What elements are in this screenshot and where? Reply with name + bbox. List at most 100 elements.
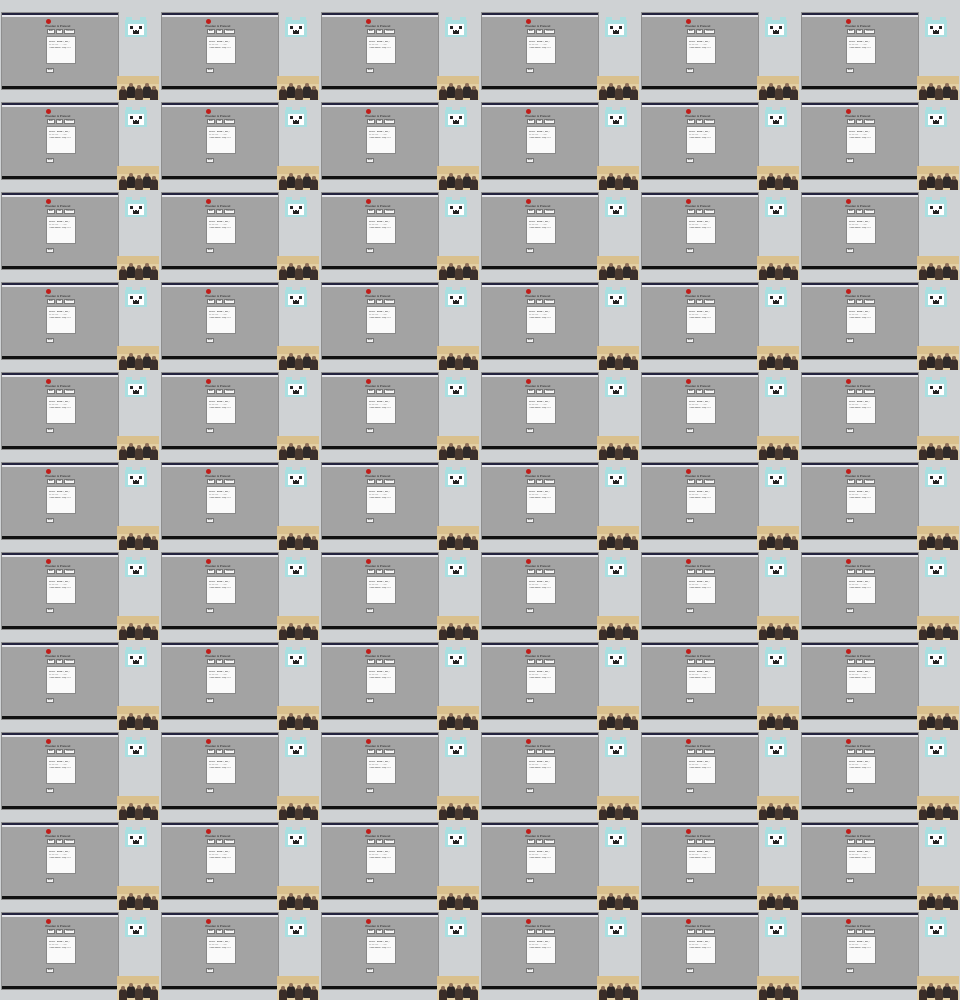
remove-button[interactable]: Remove [64, 299, 76, 304]
back-button[interactable]: Back [46, 428, 54, 433]
window-thumbnail[interactable]: Wooden & Pretend Add Edit Remove Item A · … [641, 102, 759, 180]
add-button[interactable]: Add [527, 389, 535, 394]
window-thumbnail[interactable]: Wooden & Pretend Add Edit Remove Item A · … [481, 642, 599, 720]
window-thumbnail[interactable]: Wooden & Pretend Add Edit Remove Item A · … [321, 12, 439, 90]
remove-button[interactable]: Remove [864, 209, 876, 214]
remove-button[interactable]: Remove [224, 569, 236, 574]
edit-button[interactable]: Edit [55, 749, 64, 754]
edit-button[interactable]: Edit [215, 209, 224, 214]
back-button[interactable]: Back [526, 788, 534, 793]
window-thumbnail[interactable]: Wooden & Pretend Add Edit Remove Item A · … [321, 732, 439, 810]
add-button[interactable]: Add [47, 299, 55, 304]
edit-button[interactable]: Edit [215, 119, 224, 124]
remove-button[interactable]: Remove [544, 119, 556, 124]
add-button[interactable]: Add [367, 119, 375, 124]
window-thumbnail[interactable]: Wooden & Pretend Add Edit Remove Item A · … [161, 732, 279, 810]
window-thumbnail[interactable]: Wooden & Pretend Add Edit Remove Item A · … [161, 642, 279, 720]
edit-button[interactable]: Edit [55, 389, 64, 394]
remove-button[interactable]: Remove [704, 569, 716, 574]
remove-button[interactable]: Remove [864, 929, 876, 934]
remove-button[interactable]: Remove [384, 929, 396, 934]
remove-button[interactable]: Remove [384, 749, 396, 754]
back-button[interactable]: Back [526, 608, 534, 613]
edit-button[interactable]: Edit [855, 299, 864, 304]
add-button[interactable]: Add [527, 569, 535, 574]
screenshot-tile[interactable]: Wooden & Pretend Add Edit Remove Item A · … [0, 730, 160, 820]
screenshot-tile[interactable]: Wooden & Pretend Add Edit Remove Item A · … [640, 730, 800, 820]
edit-button[interactable]: Edit [855, 929, 864, 934]
add-button[interactable]: Add [367, 659, 375, 664]
back-button[interactable]: Back [46, 518, 54, 523]
add-button[interactable]: Add [527, 29, 535, 34]
screenshot-tile[interactable]: Wooden & Pretend Add Edit Remove Item A · … [0, 820, 160, 910]
back-button[interactable]: Back [526, 968, 534, 973]
add-button[interactable]: Add [847, 209, 855, 214]
window-thumbnail[interactable]: Wooden & Pretend Add Edit Remove Item A · … [641, 732, 759, 810]
remove-button[interactable]: Remove [704, 299, 716, 304]
window-thumbnail[interactable]: Wooden & Pretend Add Edit Remove Item A · … [481, 192, 599, 270]
remove-button[interactable]: Remove [704, 209, 716, 214]
screenshot-tile[interactable]: Wooden & Pretend Add Edit Remove Item A · … [480, 460, 640, 550]
window-thumbnail[interactable]: Wooden & Pretend Add Edit Remove Item A · … [1, 372, 119, 450]
edit-button[interactable]: Edit [55, 29, 64, 34]
edit-button[interactable]: Edit [695, 479, 704, 484]
edit-button[interactable]: Edit [855, 569, 864, 574]
screenshot-tile[interactable]: Wooden & Pretend Add Edit Remove Item A · … [800, 460, 960, 550]
edit-button[interactable]: Edit [375, 29, 384, 34]
screenshot-tile[interactable]: Wooden & Pretend Add Edit Remove Item A · … [0, 910, 160, 1000]
remove-button[interactable]: Remove [704, 119, 716, 124]
remove-button[interactable]: Remove [224, 119, 236, 124]
back-button[interactable]: Back [526, 428, 534, 433]
remove-button[interactable]: Remove [544, 749, 556, 754]
back-button[interactable]: Back [686, 698, 694, 703]
remove-button[interactable]: Remove [544, 209, 556, 214]
add-button[interactable]: Add [847, 839, 855, 844]
edit-button[interactable]: Edit [535, 749, 544, 754]
remove-button[interactable]: Remove [864, 389, 876, 394]
back-button[interactable]: Back [366, 608, 374, 613]
window-thumbnail[interactable]: Wooden & Pretend Add Edit Remove Item A · … [321, 642, 439, 720]
add-button[interactable]: Add [207, 659, 215, 664]
remove-button[interactable]: Remove [224, 209, 236, 214]
back-button[interactable]: Back [686, 878, 694, 883]
back-button[interactable]: Back [526, 518, 534, 523]
edit-button[interactable]: Edit [535, 389, 544, 394]
remove-button[interactable]: Remove [384, 299, 396, 304]
window-thumbnail[interactable]: Wooden & Pretend Add Edit Remove Item A · … [641, 822, 759, 900]
screenshot-tile[interactable]: Wooden & Pretend Add Edit Remove Item A · … [160, 190, 320, 280]
back-button[interactable]: Back [366, 878, 374, 883]
edit-button[interactable]: Edit [695, 839, 704, 844]
edit-button[interactable]: Edit [215, 29, 224, 34]
edit-button[interactable]: Edit [215, 929, 224, 934]
remove-button[interactable]: Remove [704, 659, 716, 664]
back-button[interactable]: Back [366, 698, 374, 703]
back-button[interactable]: Back [206, 608, 214, 613]
window-thumbnail[interactable]: Wooden & Pretend Add Edit Remove Item A · … [1, 912, 119, 990]
add-button[interactable]: Add [47, 659, 55, 664]
edit-button[interactable]: Edit [375, 659, 384, 664]
window-thumbnail[interactable]: Wooden & Pretend Add Edit Remove Item A · … [801, 732, 919, 810]
add-button[interactable]: Add [207, 479, 215, 484]
screenshot-tile[interactable]: Wooden & Pretend Add Edit Remove Item A · … [640, 550, 800, 640]
edit-button[interactable]: Edit [215, 389, 224, 394]
edit-button[interactable]: Edit [55, 299, 64, 304]
screenshot-tile[interactable]: Wooden & Pretend Add Edit Remove Item A · … [800, 280, 960, 370]
back-button[interactable]: Back [46, 698, 54, 703]
back-button[interactable]: Back [206, 968, 214, 973]
screenshot-tile[interactable]: Wooden & Pretend Add Edit Remove Item A · … [320, 550, 480, 640]
edit-button[interactable]: Edit [535, 29, 544, 34]
back-button[interactable]: Back [206, 788, 214, 793]
window-thumbnail[interactable]: Wooden & Pretend Add Edit Remove Item A · … [321, 912, 439, 990]
window-thumbnail[interactable]: Wooden & Pretend Add Edit Remove Item A · … [481, 102, 599, 180]
window-thumbnail[interactable]: Wooden & Pretend Add Edit Remove Item A · … [481, 732, 599, 810]
edit-button[interactable]: Edit [55, 659, 64, 664]
screenshot-tile[interactable]: Wooden & Pretend Add Edit Remove Item A · … [800, 820, 960, 910]
add-button[interactable]: Add [367, 479, 375, 484]
back-button[interactable]: Back [846, 68, 854, 73]
edit-button[interactable]: Edit [535, 209, 544, 214]
edit-button[interactable]: Edit [855, 479, 864, 484]
add-button[interactable]: Add [47, 479, 55, 484]
add-button[interactable]: Add [47, 389, 55, 394]
window-thumbnail[interactable]: Wooden & Pretend Add Edit Remove Item A · … [481, 552, 599, 630]
edit-button[interactable]: Edit [855, 209, 864, 214]
